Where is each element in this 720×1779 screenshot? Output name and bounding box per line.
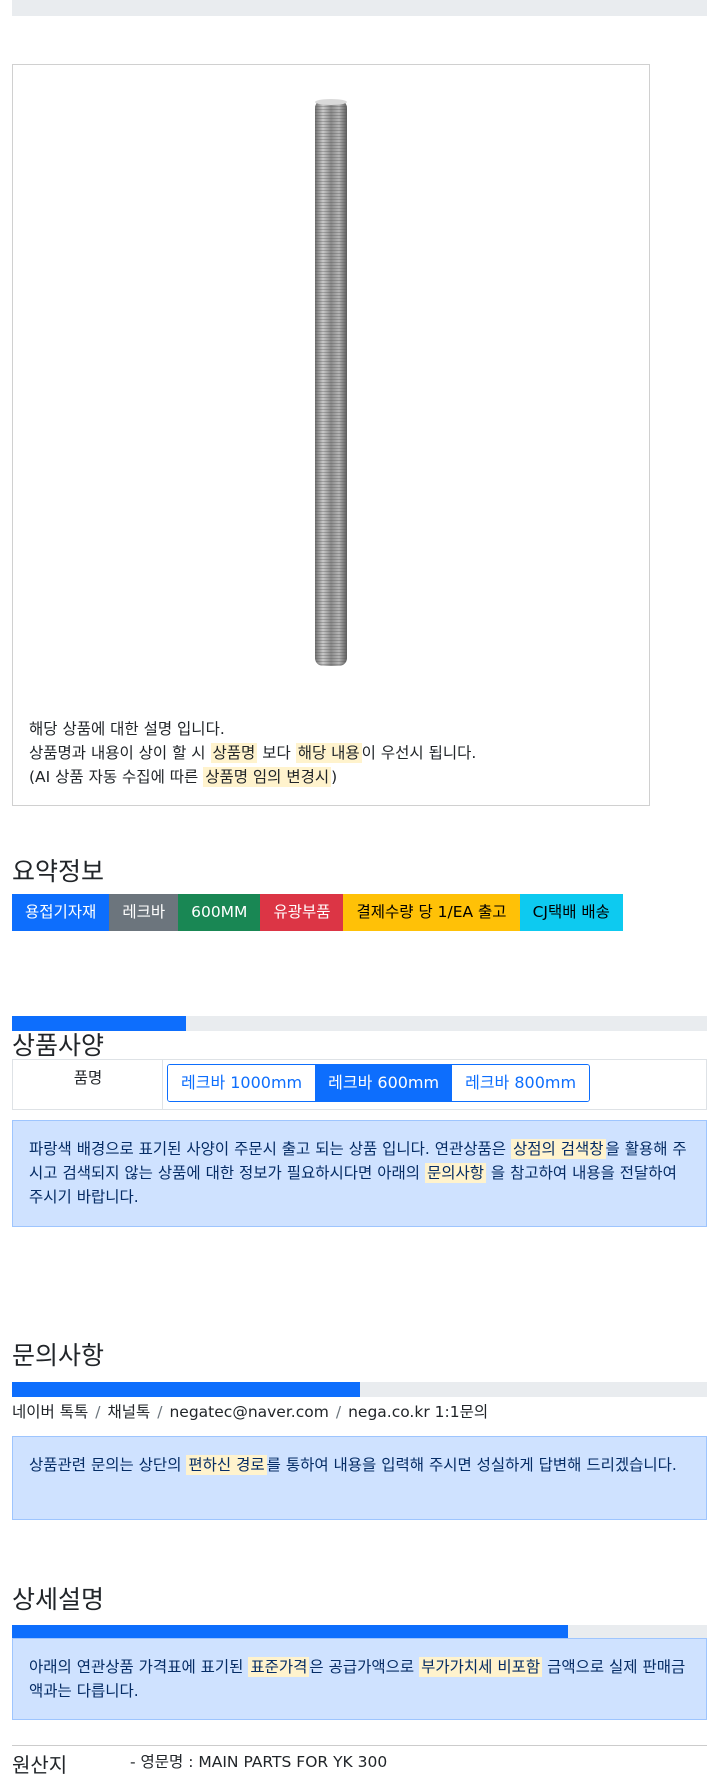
channel-separator: / — [157, 1403, 163, 1421]
inquiry-channel-link[interactable]: nega.co.kr 1:1문의 — [348, 1403, 488, 1421]
inquiry-channel-link[interactable]: 네이버 톡톡 — [12, 1403, 88, 1421]
spec-option-group: 레크바 1000mm 레크바 600mm 레크바 800mm — [167, 1064, 591, 1102]
summary-badge: 결제수량 당 1/EA 출고 — [343, 894, 520, 931]
inquiry-title: 문의사항 — [12, 1341, 105, 1370]
spec-divider — [162, 1059, 163, 1110]
summary-badge: 레크바 — [109, 894, 179, 931]
highlight-name-change: 상품명 임의 변경시 — [203, 767, 332, 787]
inquiry-progress — [12, 1382, 707, 1397]
description-line-2: 상품명과 내용이 상이 할 시 상품명 보다 해당 내용 이 우선시 됩니다. — [29, 743, 477, 763]
spec-label: 품명 — [73, 1069, 103, 1087]
origin-divider — [12, 1745, 707, 1746]
summary-badge: CJ택배 배송 — [519, 894, 623, 931]
summary-badge: 유광부품 — [260, 894, 344, 931]
highlight-content: 해당 내용 — [295, 743, 362, 763]
highlight-vat-excluded: 부가가치세 비포함 — [419, 1657, 543, 1677]
highlight-inquiry: 문의사항 — [424, 1163, 486, 1183]
spec-option-button[interactable]: 레크바 800mm — [452, 1065, 590, 1101]
channel-separator: / — [95, 1403, 101, 1421]
spec-notice: 파랑색 배경으로 표기된 사양이 주문시 출고 되는 상품 입니다. 연관상품은… — [12, 1120, 707, 1227]
spec-option-button[interactable]: 레크바 600mm — [315, 1065, 453, 1101]
top-progress-track — [12, 0, 707, 16]
product-image — [280, 94, 380, 704]
spec-option-button[interactable]: 레크바 1000mm — [168, 1065, 316, 1101]
inquiry-channel-link[interactable]: negatec@naver.com — [169, 1403, 328, 1421]
description-line-1: 해당 상품에 대한 설명 입니다. — [29, 720, 225, 738]
channel-separator: / — [335, 1403, 342, 1421]
detail-notice: 아래의 연관상품 가격표에 표기된 표준가격 은 공급가액으로 부가가치세 비포함… — [12, 1638, 707, 1720]
summary-badges: 용접기자재 레크바 600MM 유광부품 결제수량 당 1/EA 출고 CJ택배 배송 — [12, 894, 623, 931]
detail-title: 상세설명 — [12, 1585, 105, 1614]
highlight-contact-route: 편하신 경로 — [186, 1455, 267, 1475]
origin-label: 원산지 — [12, 1753, 68, 1777]
highlight-store-search: 상점의 검색창 — [511, 1139, 606, 1159]
spec-progress — [12, 1016, 707, 1031]
summary-title: 요약정보 — [12, 857, 105, 886]
inquiry-notice: 상품관련 문의는 상단의 편하신 경로 를 통하여 내용을 입력해 주시면 성실하… — [12, 1436, 707, 1520]
inquiry-channels: 네이버 톡톡 / 채널톡 / negatec@naver.com / nega.co.kr … — [12, 1400, 488, 1422]
product-description: 해당 상품에 대한 설명 입니다. 상품명과 내용이 상이 할 시 상품명 보다… — [29, 717, 476, 789]
description-line-3: (AI 상품 자동 수집에 따른 상품명 임의 변경시) — [29, 767, 338, 787]
highlight-product-name: 상품명 — [210, 743, 258, 763]
summary-badge: 용접기자재 — [12, 894, 110, 931]
origin-value: - 영문명 : MAIN PARTS FOR YK 300 — [130, 1753, 388, 1771]
summary-badge: 600MM — [178, 894, 261, 931]
inquiry-channel-link[interactable]: 채널톡 — [107, 1403, 150, 1421]
highlight-standard-price: 표준가격 — [248, 1657, 310, 1677]
spec-title: 상품사양 — [12, 1031, 105, 1060]
